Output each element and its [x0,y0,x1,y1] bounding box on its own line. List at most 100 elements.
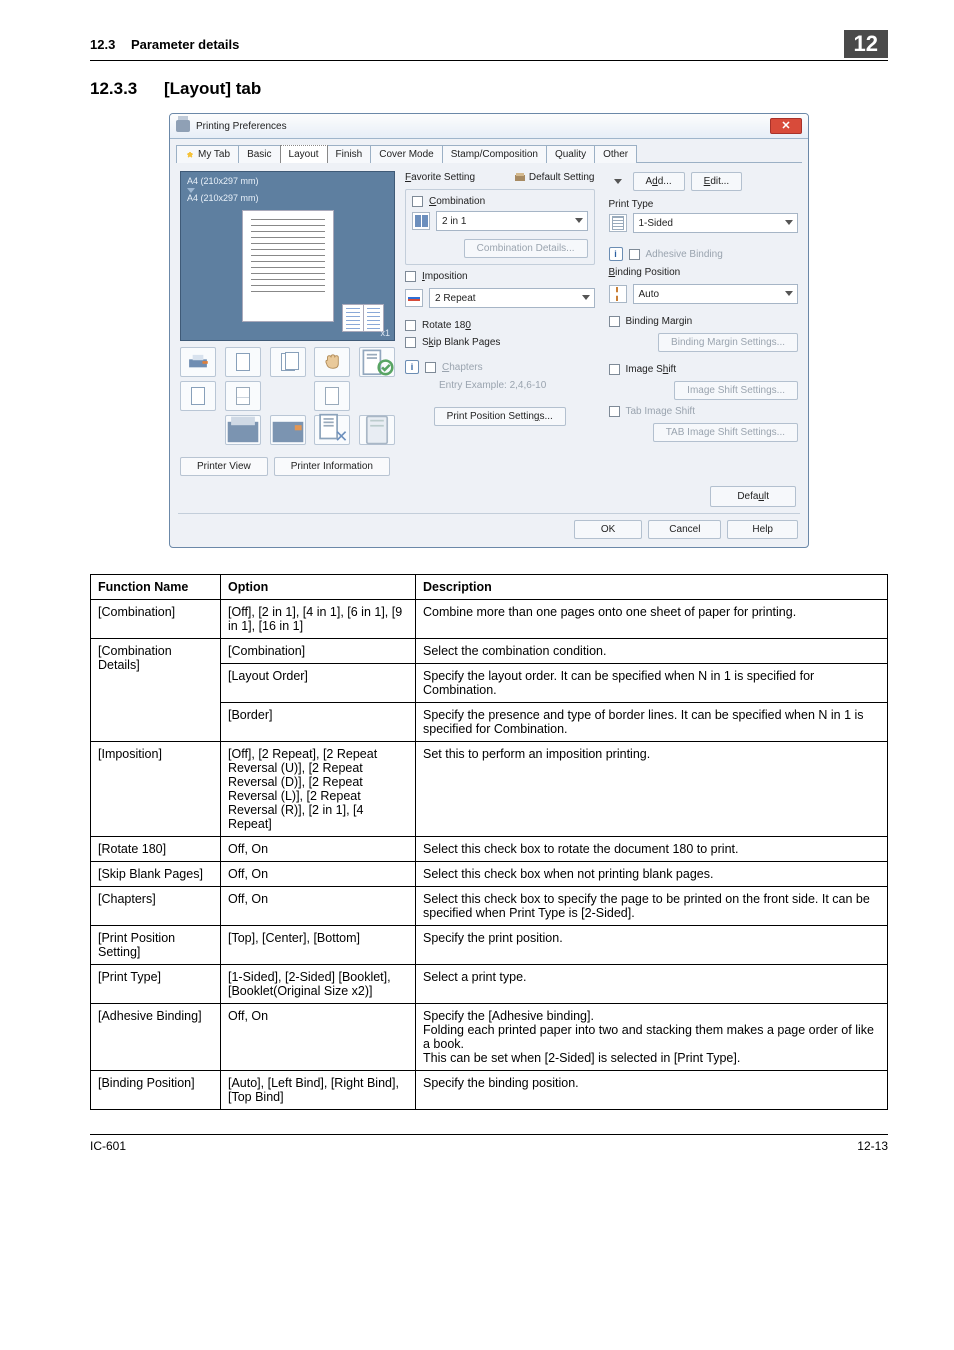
chapters-hint: Entry Example: 2,4,6-10 [439,380,546,391]
binding-margin-settings-button[interactable]: Binding Margin Settings... [658,333,798,352]
preview-mode-icon[interactable] [225,347,261,377]
preview-mode-icon[interactable] [225,381,261,411]
adhesive-label: Adhesive Binding [646,249,723,260]
print-type-dropdown[interactable]: 1-Sided [633,213,799,233]
preview-mode-icon[interactable] [180,347,216,377]
table-row: [Binding Position][Auto], [Left Bind], [… [91,1071,888,1110]
close-button[interactable]: ✕ [770,118,802,134]
cell-description: Combine more than one pages onto one she… [416,600,888,639]
cell-function: [Rotate 180] [91,837,221,862]
favorite-edit-button[interactable]: Edit... [691,172,743,191]
original-size-label: A4 (210x297 mm) [187,176,259,188]
cell-description: Specify the layout order. It can be spec… [416,664,888,703]
tab-finish[interactable]: Finish [327,145,372,163]
tab-other[interactable]: Other [594,145,637,163]
printer-information-button[interactable]: Printer Information [274,457,390,476]
preview-mode-icon[interactable] [314,415,350,445]
table-row: [Print Position Setting][Top], [Center],… [91,926,888,965]
footer-right: 12-13 [857,1139,888,1153]
tab-image-shift-settings-button[interactable]: TAB Image Shift Settings... [653,423,798,442]
section-title: Parameter details [131,37,239,52]
skip-blank-label: Skip Blank Pages [422,337,500,348]
cell-description: Specify the binding position. [416,1071,888,1110]
ok-button[interactable]: OK [574,520,642,539]
image-shift-checkbox[interactable] [609,364,620,375]
imposition-label: Imposition [422,271,468,282]
print-position-settings-button[interactable]: Print Position Settings... [434,407,566,426]
preview-mode-icon[interactable] [180,381,216,411]
cell-option: Off, On [221,1004,416,1071]
tab-quality[interactable]: Quality [546,145,595,163]
binding-margin-checkbox[interactable] [609,316,620,327]
printer-view-button[interactable]: Printer View [180,457,268,476]
combination-label: Combination [429,196,485,207]
default-button[interactable]: Default [710,486,796,507]
tab-basic[interactable]: Basic [238,145,280,163]
cell-description: Select this check box to rotate the docu… [416,837,888,862]
cell-function: [Adhesive Binding] [91,1004,221,1071]
repeat-icon [405,289,423,307]
tabstrip: My TabBasicLayoutFinishCover ModeStamp/C… [170,139,808,163]
cell-option: [1-Sided], [2-Sided] [Booklet], [Booklet… [221,965,416,1004]
skip-blank-checkbox[interactable] [405,337,416,348]
info-icon: i [405,360,419,374]
image-shift-label: Image Shift [626,364,677,375]
binding-margin-label: Binding Margin [626,316,693,327]
tab-cover-mode[interactable]: Cover Mode [370,145,442,163]
cell-option: Off, On [221,837,416,862]
binding-position-dropdown[interactable]: Auto [633,284,799,304]
star-icon [185,150,195,160]
help-button[interactable]: Help [727,520,798,539]
preview-mode-icon[interactable] [270,415,306,445]
cell-option: [Border] [221,703,416,742]
zoom-indicator: x1 [380,328,390,338]
parameters-table: Function Name Option Description [Combin… [90,574,888,1110]
tab-stamp-composition[interactable]: Stamp/Composition [442,145,547,163]
col-function: Function Name [91,575,221,600]
tab-image-shift-checkbox[interactable] [609,406,620,417]
chapters-label: Chapters [442,362,483,373]
imposition-dropdown[interactable]: 2 Repeat [429,288,595,308]
print-type-label: Print Type [609,199,799,210]
info-icon: i [609,247,623,261]
cancel-button[interactable]: Cancel [648,520,721,539]
printing-preferences-dialog: Printing Preferences ✕ My TabBasicLayout… [169,113,809,548]
cell-description: Set this to perform an imposition printi… [416,742,888,837]
two-in-one-icon [412,212,430,230]
table-row: [Skip Blank Pages]Off, OnSelect this che… [91,862,888,887]
cell-option: [Off], [2 in 1], [4 in 1], [6 in 1], [9 … [221,600,416,639]
subsection-title: [Layout] tab [164,79,261,98]
cell-option: [Auto], [Left Bind], [Right Bind], [Top … [221,1071,416,1110]
cell-description: Specify the print position. [416,926,888,965]
footer-left: IC-601 [90,1139,126,1153]
favorite-add-button[interactable]: Add... [633,172,685,191]
preview-mode-icon[interactable] [359,415,395,445]
chapters-checkbox[interactable] [425,362,436,373]
image-shift-settings-button[interactable]: Image Shift Settings... [674,381,798,400]
adhesive-checkbox[interactable] [629,249,640,260]
tab-my-tab[interactable]: My Tab [176,145,239,163]
combination-details-button[interactable]: Combination Details... [464,239,588,258]
cell-function: [Combination] [91,600,221,639]
page-preview: A4 (210x297 mm) A4 (210x297 mm) x1 [180,171,395,341]
window-title: Printing Preferences [196,121,287,132]
subsection-number: 12.3.3 [90,79,137,98]
preview-mode-icon[interactable] [225,415,261,445]
tab-layout[interactable]: Layout [280,145,328,163]
preview-mode-icon[interactable] [314,347,350,377]
combination-checkbox[interactable] [412,196,423,207]
page-icon [609,214,627,232]
cell-function: [Binding Position] [91,1071,221,1110]
imposition-checkbox[interactable] [405,271,416,282]
preview-mode-icon[interactable] [270,347,306,377]
binding-position-label: Binding Position [609,267,799,278]
cell-function: [Print Type] [91,965,221,1004]
preview-mode-icon[interactable] [314,381,350,411]
cell-option: [Layout Order] [221,664,416,703]
combination-dropdown[interactable]: 2 in 1 [436,211,588,231]
cell-function: [Skip Blank Pages] [91,862,221,887]
cell-function: [Print Position Setting] [91,926,221,965]
rotate-checkbox[interactable] [405,320,416,331]
preview-mode-icon[interactable] [359,347,395,377]
page-header: 12.3 Parameter details 12 [90,30,888,61]
